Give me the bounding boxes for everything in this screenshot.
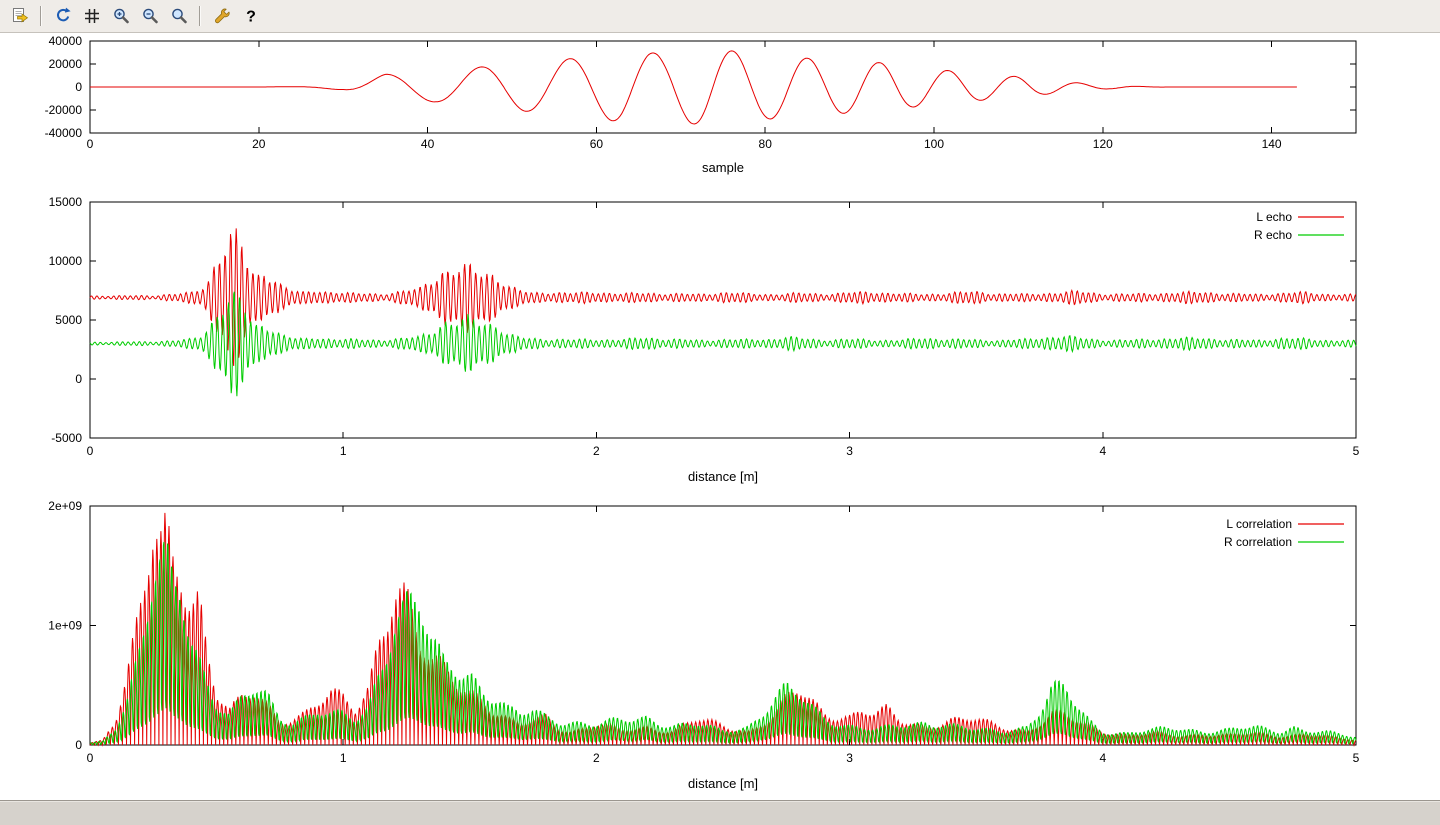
y-tick-label: 20000 <box>49 57 83 71</box>
toolbar-button-replot[interactable] <box>49 3 76 29</box>
x-tick-label: 2 <box>593 751 600 765</box>
y-tick-label: -5000 <box>51 431 82 445</box>
x-tick-label: 20 <box>252 137 266 151</box>
config-wrench-icon <box>213 7 231 25</box>
y-tick-label: -20000 <box>45 103 83 117</box>
chart-3: 0 1 2 3 4 5 0 1e+09 2e+09 distance [m] L correlati… <box>48 499 1359 791</box>
status-bar <box>0 800 1440 825</box>
x-axis-label: sample <box>702 160 744 175</box>
y-tick-label: 0 <box>75 372 82 386</box>
y-tick-label: 2e+09 <box>48 499 82 513</box>
y-tick-label: 0 <box>75 80 82 94</box>
y-tick-label: 10000 <box>49 254 83 268</box>
x-tick-label: 2 <box>593 444 600 458</box>
gnuplot-window: ? 020406080100120140-40000-2000002000040… <box>0 0 1440 825</box>
toolbar-button-help[interactable]: ? <box>237 3 264 29</box>
legend-label: R echo <box>1254 228 1292 242</box>
plot-canvas[interactable]: 020406080100120140-40000-200000200004000… <box>0 33 1440 800</box>
help-icon: ? <box>242 7 260 25</box>
legend-label: R correlation <box>1224 535 1292 549</box>
toolbar-button-grid[interactable] <box>78 3 105 29</box>
series-pulse <box>90 51 1297 124</box>
x-tick-label: 5 <box>1353 444 1360 458</box>
x-tick-label: 0 <box>87 751 94 765</box>
x-tick-label: 5 <box>1353 751 1360 765</box>
x-tick-label: 0 <box>87 444 94 458</box>
export-clipboard-icon <box>11 7 29 25</box>
y-tick-label: 1e+09 <box>48 619 82 633</box>
zoom-next-icon <box>141 7 159 25</box>
x-tick-label: 60 <box>590 137 604 151</box>
legend-label: L echo <box>1256 210 1292 224</box>
x-tick-label: 80 <box>759 137 773 151</box>
toolbar-button-export[interactable] <box>6 3 33 29</box>
zoom-autoscale-icon <box>170 7 188 25</box>
x-axis-label: distance [m] <box>688 776 758 791</box>
y-tick-label: 5000 <box>55 313 82 327</box>
toolbar-button-zoom-next[interactable] <box>136 3 163 29</box>
series-l-correlation <box>90 513 1356 745</box>
chart-2: 0 1 2 3 4 5 -5000 0 5000 10000 15000 distance [m] L … <box>49 195 1360 484</box>
x-tick-label: 1 <box>340 444 347 458</box>
y-tick-label: 40000 <box>49 34 83 48</box>
toolbar: ? <box>0 0 1440 33</box>
x-tick-label: 100 <box>924 137 944 151</box>
x-tick-label: 3 <box>846 444 853 458</box>
y-tick-label: 15000 <box>49 195 83 209</box>
series-r-echo <box>90 292 1356 396</box>
toolbar-button-config[interactable] <box>208 3 235 29</box>
x-tick-label: 120 <box>1093 137 1113 151</box>
chart-3-plot-area[interactable] <box>90 506 1356 745</box>
series-r-correlation <box>90 542 1356 745</box>
y-tick-label: 0 <box>75 738 82 752</box>
y-tick-label: -40000 <box>45 126 83 140</box>
grid-toggle-icon <box>83 7 101 25</box>
toolbar-separator <box>40 6 42 26</box>
toolbar-button-zoom-autoscale[interactable] <box>165 3 192 29</box>
x-tick-label: 140 <box>1262 137 1282 151</box>
x-tick-label: 0 <box>87 137 94 151</box>
chart-1: 0 20 40 60 80 100 120 140 -40000 -20000 0 20000 4000… <box>45 34 1356 175</box>
chart-2-plot-area[interactable] <box>90 202 1356 438</box>
plots-svg: 020406080100120140-40000-200000200004000… <box>0 33 1440 800</box>
x-tick-label: 4 <box>1099 444 1106 458</box>
x-tick-label: 3 <box>846 751 853 765</box>
replot-icon <box>54 7 72 25</box>
x-tick-label: 40 <box>421 137 435 151</box>
legend-label: L correlation <box>1226 517 1292 531</box>
svg-text:?: ? <box>246 9 256 26</box>
x-tick-label: 4 <box>1099 751 1106 765</box>
toolbar-button-zoom-previous[interactable] <box>107 3 134 29</box>
zoom-previous-icon <box>112 7 130 25</box>
x-tick-label: 1 <box>340 751 347 765</box>
x-axis-label: distance [m] <box>688 469 758 484</box>
toolbar-separator <box>199 6 201 26</box>
